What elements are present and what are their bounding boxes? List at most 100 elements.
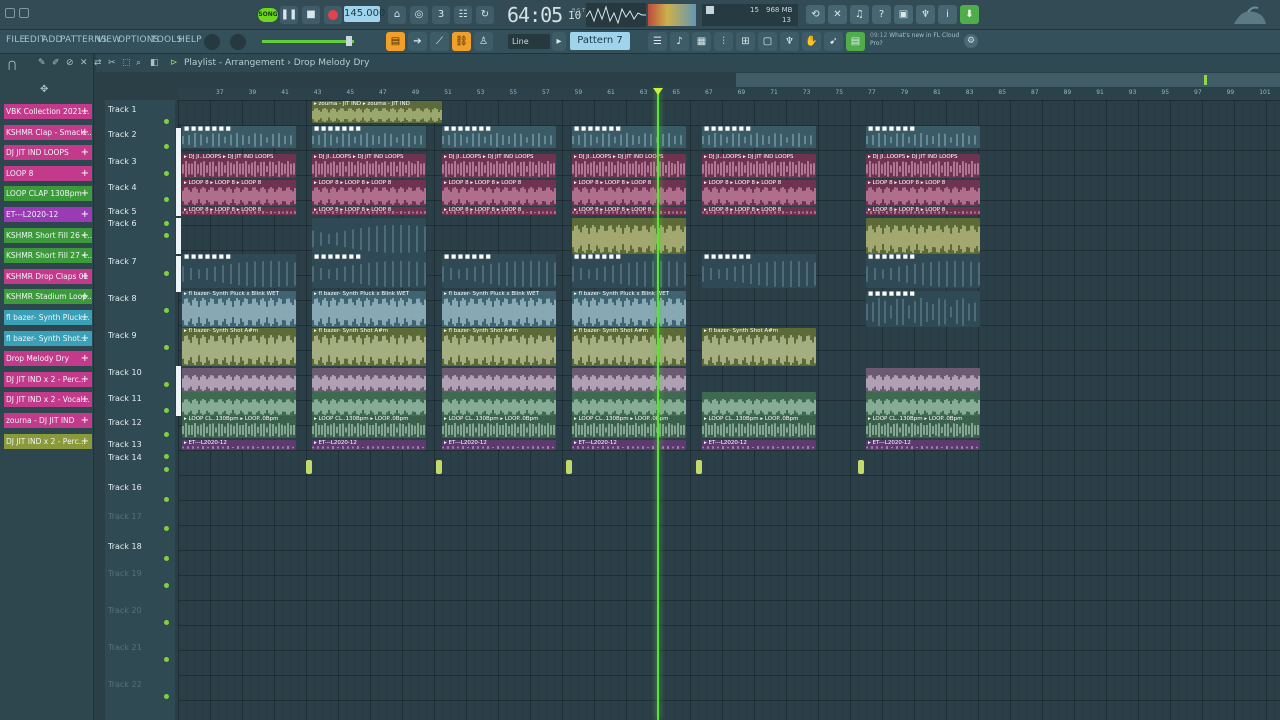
track-mute-led[interactable] [164,197,169,202]
clip[interactable] [572,392,686,416]
clip[interactable]: ▸ LOOP 8 ▸ LOOP 8 ▸ LOOP 8 [182,180,296,206]
track-name[interactable]: Track 20 [108,606,142,615]
clip[interactable] [866,368,980,392]
clip[interactable]: ▸ LOOP 8 ▸ LOOP 8 ▸ LOOP 8 [572,180,686,206]
track-name[interactable]: Track 17 [108,512,142,521]
clip[interactable]: ▸ ET---L2020-12 [866,440,980,450]
track-mute-led[interactable] [164,221,169,226]
draw-tool-icon[interactable]: ✎ [38,58,46,68]
add-icon[interactable]: + [81,372,89,387]
add-icon[interactable]: + [81,413,89,428]
track-mute-led[interactable] [164,467,169,472]
clip[interactable] [182,392,296,416]
clip[interactable]: ■ ■ ■ ■ ■ ■ ■ [312,254,426,288]
master-pitch-knob[interactable] [204,34,220,50]
mixer-view-icon[interactable]: ⫶ [714,32,733,51]
clip[interactable]: ■ ■ ■ ■ ■ ■ ■ [866,126,980,148]
clip[interactable]: ■ ■ ■ ■ ■ ■ ■ [702,254,816,288]
clip[interactable]: ■ ■ ■ ■ ■ ■ ■ [572,126,686,148]
channel-item[interactable]: ET---L2020-12 + [4,207,92,222]
clip[interactable]: ▸ fl bazer- Synth Shot A#m [442,328,556,366]
clip[interactable]: ▸ ET---L2020-12 [182,440,296,450]
playlist-icon[interactable]: ☰ [648,32,667,51]
track-mute-led[interactable] [164,556,169,561]
news-settings-icon[interactable]: ⚙ [964,34,978,48]
track-name[interactable]: Track 11 [108,394,142,403]
zoom-tool-icon[interactable]: ⌕ [136,58,141,68]
track-name[interactable]: Track 13 [108,440,142,449]
clip[interactable]: ▸ fl bazer- Synth Shot A#m [702,328,816,366]
touch-keyboard-icon[interactable]: ✋ [802,32,821,51]
track-name[interactable]: Track 19 [108,569,142,578]
clip[interactable]: ▸ DJ JI..LOOPS ▸ DJ JIT IND LOOPS [182,154,296,178]
clip[interactable]: ■ ■ ■ ■ ■ ■ ■ [442,126,556,148]
channel-item[interactable]: KSHMR Stadium Loop... + [4,289,92,305]
clip[interactable]: ■ ■ ■ ■ ■ ■ ■ [702,126,816,148]
clip[interactable] [312,392,426,416]
add-icon[interactable]: + [81,145,89,160]
clip[interactable]: ▸ LOOP 8 ▸ LOOP 8 ▸ LOOP 8 [702,207,816,215]
countdown-icon[interactable]: 3 [432,6,450,24]
loop-record-icon[interactable]: ↻ [476,6,494,24]
add-channel-icon[interactable]: ✥ [40,84,48,95]
track-name[interactable]: Track 18 [108,542,142,551]
paint-tool-icon[interactable]: ✐ [52,58,60,68]
arrow-right-icon[interactable]: ➔ [408,32,427,51]
clip[interactable]: ▸ fl bazer- Synth Pluck x Blink WET [182,291,296,327]
playhead-marker-icon[interactable] [653,88,663,95]
delete-tool-icon[interactable]: ⊘ [66,58,74,68]
microphone-icon[interactable]: ♫ [850,5,869,24]
clip[interactable]: ▸ DJ JI..LOOPS ▸ DJ JIT IND LOOPS [312,154,426,178]
track-name[interactable]: Track 22 [108,680,142,689]
channel-item[interactable]: DJ JIT IND x 2 - Perc... + [4,371,92,387]
help-icon[interactable]: ? [872,5,891,24]
channel-item[interactable]: DJ JIT IND x 2 - Perc... + [4,433,92,449]
track-mute-led[interactable] [164,119,169,124]
track-name[interactable]: Track 16 [108,483,142,492]
track-name[interactable]: Track 1 [108,105,137,114]
add-icon[interactable]: + [81,331,89,346]
track-name[interactable]: Track 5 [108,207,137,216]
track-mute-led[interactable] [164,454,169,459]
pattern-clip-marker[interactable] [858,460,864,474]
track-mute-led[interactable] [164,497,169,502]
typing-keyboard-icon[interactable]: ▤ [386,32,405,51]
song-mode-toggle[interactable]: SONG [258,8,278,22]
clip[interactable]: ▸ ET---L2020-12 [312,440,426,450]
clip[interactable] [572,368,686,392]
clip[interactable]: ▸ fl bazer- Synth Shot A#m [312,328,426,366]
channel-item[interactable]: fl bazer- Synth Shot... + [4,330,92,346]
pattern-clip-marker[interactable] [436,460,442,474]
restore-icon[interactable] [19,8,29,18]
slice-tool-icon[interactable]: ✂ [108,58,116,68]
track-mute-led[interactable] [164,171,169,176]
track-name[interactable]: Track 8 [108,294,137,303]
track-mute-led[interactable] [164,526,169,531]
track-name[interactable]: Track 4 [108,183,137,192]
track-mute-led[interactable] [164,233,169,238]
marketplace-icon[interactable]: ➹ [824,32,843,51]
time-ruler[interactable]: 37 39 41 43 45 47 49 51 53 55 57 59 61 63 65 67 69 71 73 75… [178,88,1280,100]
track-mute-led[interactable] [164,694,169,699]
minimize-icon[interactable] [5,8,15,18]
add-icon[interactable]: + [81,434,89,449]
snap-select[interactable]: Line [508,34,550,49]
add-icon[interactable]: + [81,310,89,325]
add-icon[interactable]: + [81,166,89,181]
undo-history-icon[interactable]: ⟲ [806,5,825,24]
channel-item[interactable]: VBK Collection 2021... + [4,104,92,119]
horizontal-scrollbar[interactable] [736,73,1280,87]
track-name[interactable]: Track 3 [108,157,137,166]
clip[interactable]: ▸ ET---L2020-12 [572,440,686,450]
track-name[interactable]: Track 10 [108,368,142,377]
clip[interactable]: ▸ LOOP 8 ▸ LOOP 8 ▸ LOOP 8 [312,207,426,215]
menu-help[interactable]: HELP [178,35,202,45]
track-mute-led[interactable] [164,144,169,149]
pattern-clip-marker[interactable] [566,460,572,474]
clip[interactable]: ■ ■ ■ ■ ■ ■ ■ [866,254,980,288]
clip[interactable] [182,368,296,392]
clip[interactable]: ▸ ET---L2020-12 [442,440,556,450]
magnet-icon[interactable]: ⋂ [8,60,16,71]
plugin-picker-icon[interactable]: ▢ [758,32,777,51]
clip[interactable]: ▸ fl bazer- Synth Shot A#m [572,328,686,366]
